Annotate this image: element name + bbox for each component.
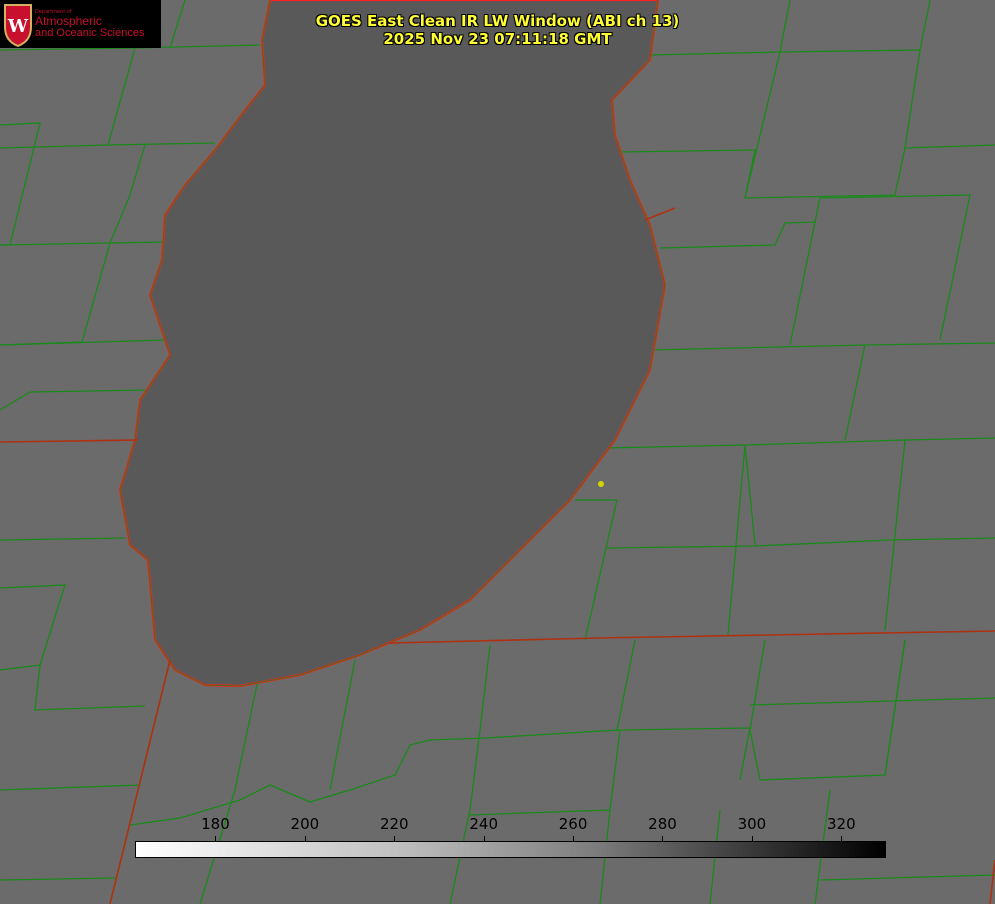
colorbar-tick-label: 320: [826, 815, 856, 833]
image-title: GOES East Clean IR LW Window (ABI ch 13): [315, 12, 680, 30]
satellite-image-view: W Department of Atmospheric and Oceanic …: [0, 0, 995, 904]
colorbar-tick-label: 280: [648, 815, 677, 833]
colorbar-tick-label: 180: [201, 815, 230, 833]
location-marker: [598, 481, 604, 487]
colorbar-tick-label: 300: [737, 815, 767, 833]
colorbar-tick-label: 220: [379, 815, 409, 833]
colorbar-tick-label: 260: [558, 815, 588, 833]
image-timestamp: 2025 Nov 23 07:11:18 GMT: [383, 30, 612, 48]
lake-michigan: [118, 0, 667, 688]
map-canvas: [0, 0, 995, 904]
colorbar-tick-label: 200: [290, 815, 320, 833]
colorbar-tick-label: 240: [469, 815, 498, 833]
colorbar: [135, 841, 886, 858]
